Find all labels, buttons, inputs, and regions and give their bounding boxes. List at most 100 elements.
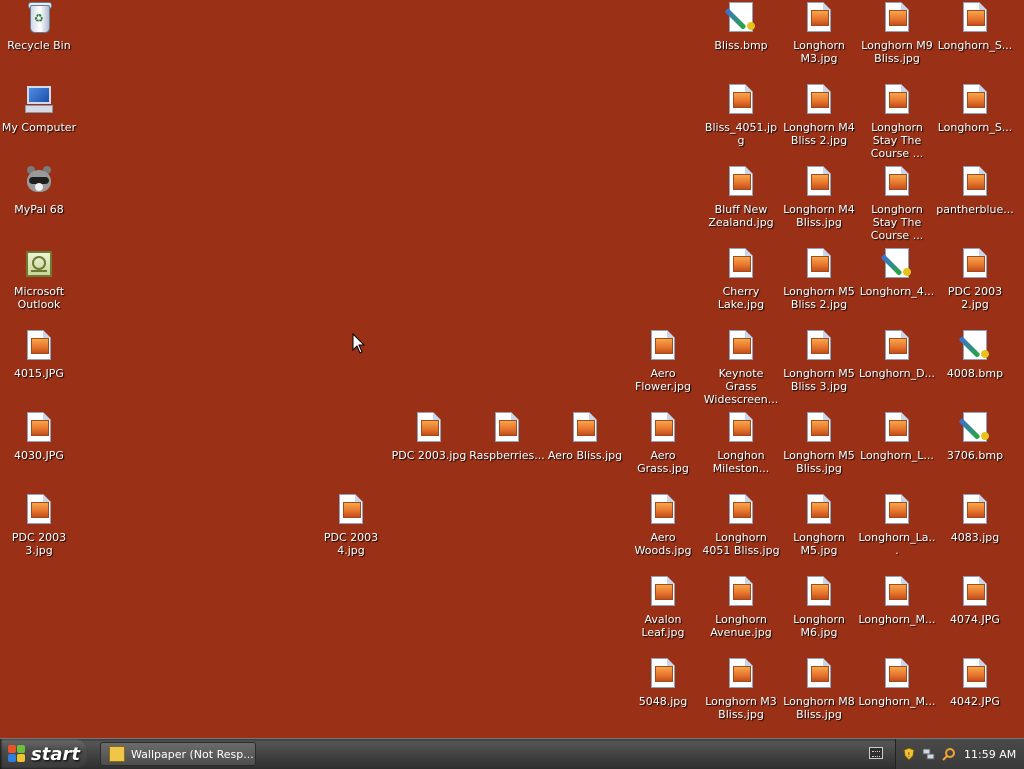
icon-label: Keynote Grass Widescreen... <box>703 367 779 406</box>
mypal-shortcut[interactable]: MyPal 68 <box>0 166 78 216</box>
file-longhorn-m-2[interactable]: Longhorn_M... <box>858 658 936 708</box>
file-aero-bliss[interactable]: Aero Bliss.jpg <box>546 412 624 462</box>
file-4015[interactable]: 4015.JPG <box>0 330 78 380</box>
image-file-icon <box>803 166 835 198</box>
file-longhorn-m9-bliss[interactable]: Longhorn M9 Bliss.jpg <box>858 2 936 65</box>
search-icon[interactable] <box>942 747 956 761</box>
file-longhorn-m5-bliss2[interactable]: Longhorn M5 Bliss 2.jpg <box>780 248 858 311</box>
icon-label: Longhorn_4... <box>859 285 935 298</box>
outlook-icon <box>23 248 55 280</box>
file-pdc2003[interactable]: PDC 2003.jpg <box>390 412 468 462</box>
raccoon-icon <box>23 166 55 198</box>
file-bliss-bmp[interactable]: Bliss.bmp <box>702 2 780 52</box>
icon-label: Recycle Bin <box>7 39 71 52</box>
file-longhorn-milestone[interactable]: Longhon Mileston... <box>702 412 780 475</box>
paint-file-icon <box>880 248 913 280</box>
file-aero-flower[interactable]: Aero Flower.jpg <box>624 330 702 393</box>
file-longhorn-m4-bliss2[interactable]: Longhorn M4 Bliss 2.jpg <box>780 84 858 147</box>
keyboard-icon[interactable] <box>869 747 883 759</box>
image-file-icon <box>647 494 679 526</box>
icon-label: Avalon Leaf.jpg <box>641 613 685 639</box>
file-cherry-lake[interactable]: Cherry Lake.jpg <box>702 248 780 311</box>
image-file-icon <box>881 2 913 34</box>
image-file-icon <box>725 576 757 608</box>
taskbar-button-wallpaper[interactable]: Wallpaper (Not Resp... <box>100 742 256 766</box>
file-longhorn-m5-bliss[interactable]: Longhorn M5 Bliss.jpg <box>780 412 858 475</box>
my-computer-shortcut[interactable]: My Computer <box>0 84 78 134</box>
file-aero-woods[interactable]: Aero Woods.jpg <box>624 494 702 557</box>
file-keynote-grass[interactable]: Keynote Grass Widescreen... <box>702 330 780 406</box>
file-raspberries[interactable]: Raspberries... <box>468 412 546 462</box>
file-longhorn-la[interactable]: Longhorn_La... <box>858 494 936 557</box>
outlook-shortcut[interactable]: Microsoft Outlook <box>0 248 78 311</box>
file-longhorn-m-1[interactable]: Longhorn_M... <box>858 576 936 626</box>
recycle-bin-shortcut[interactable]: ♻ Recycle Bin <box>0 2 78 52</box>
file-longhorn-avenue[interactable]: Longhorn Avenue.jpg <box>702 576 780 639</box>
file-longhorn-m3-bliss[interactable]: Longhorn M3 Bliss.jpg <box>702 658 780 721</box>
file-pdc2003-4[interactable]: PDC 2003 4.jpg <box>312 494 390 557</box>
icon-label: Longhorn M6.jpg <box>793 613 845 639</box>
file-longhorn-m5[interactable]: Longhorn M5.jpg <box>780 494 858 557</box>
icon-label: 4015.JPG <box>14 367 64 380</box>
file-longhorn-m4-bliss[interactable]: Longhorn M4 Bliss.jpg <box>780 166 858 229</box>
image-file-icon <box>881 494 913 526</box>
file-longhorn-m8-bliss[interactable]: Longhorn M8 Bliss.jpg <box>780 658 858 721</box>
icon-label: PDC 2003 3.jpg <box>11 531 67 557</box>
file-3706[interactable]: 3706.bmp <box>936 412 1014 462</box>
image-file-icon <box>959 2 991 34</box>
file-4083[interactable]: 4083.jpg <box>936 494 1014 544</box>
start-button[interactable]: start <box>0 739 88 769</box>
file-longhorn-4[interactable]: Longhorn_4... <box>858 248 936 298</box>
image-file-icon <box>725 658 757 690</box>
icon-label: Longhorn M9 Bliss.jpg <box>861 39 933 65</box>
image-file-icon <box>725 412 757 444</box>
file-longhorn-m5-bliss3[interactable]: Longhorn M5 Bliss 3.jpg <box>780 330 858 393</box>
icon-label: 4083.jpg <box>950 531 1000 544</box>
icon-label: PDC 2003 2.jpg <box>947 285 1003 311</box>
file-4008[interactable]: 4008.bmp <box>936 330 1014 380</box>
paint-file-icon <box>958 330 991 362</box>
icon-label: Aero Woods.jpg <box>634 531 692 557</box>
icon-label: 4042.JPG <box>950 695 1000 708</box>
image-file-icon <box>959 166 991 198</box>
file-4074[interactable]: 4074.JPG <box>936 576 1014 626</box>
file-bluff-nz[interactable]: Bluff New Zealand.jpg <box>702 166 780 229</box>
icon-label: Bluff New Zealand.jpg <box>708 203 774 229</box>
clock[interactable]: 11:59 AM <box>964 748 1016 761</box>
file-longhorn-stay-2[interactable]: Longhorn Stay The Course ... <box>858 166 936 242</box>
icon-label: Longhorn Stay The Course ... <box>870 121 924 160</box>
image-file-icon <box>803 658 835 690</box>
icon-label: Longhorn M5 Bliss 3.jpg <box>783 367 855 393</box>
file-longhorn-m3[interactable]: Longhorn M3.jpg <box>780 2 858 65</box>
file-4030[interactable]: 4030.JPG <box>0 412 78 462</box>
image-file-icon <box>725 494 757 526</box>
file-pantherblue[interactable]: pantherblue... <box>936 166 1014 216</box>
network-icon[interactable] <box>922 747 936 761</box>
image-file-icon <box>23 494 55 526</box>
file-longhorn-s-1[interactable]: Longhorn_S... <box>936 2 1014 52</box>
file-4042[interactable]: 4042.JPG <box>936 658 1014 708</box>
desktop[interactable]: ♻ Recycle Bin My Computer MyPal 68 Micro… <box>0 0 1024 738</box>
file-5048[interactable]: 5048.jpg <box>624 658 702 708</box>
icon-label: 5048.jpg <box>638 695 688 708</box>
icon-label: MyPal 68 <box>14 203 64 216</box>
file-longhorn-l[interactable]: Longhorn_L... <box>858 412 936 462</box>
file-longhorn-m6[interactable]: Longhorn M6.jpg <box>780 576 858 639</box>
file-longhorn-d[interactable]: Longhorn_D... <box>858 330 936 380</box>
image-file-icon <box>803 576 835 608</box>
file-longhorn-stay-1[interactable]: Longhorn Stay The Course ... <box>858 84 936 160</box>
mouse-cursor-icon <box>352 333 366 354</box>
file-pdc2003-2[interactable]: PDC 2003 2.jpg <box>936 248 1014 311</box>
image-file-icon <box>725 248 757 280</box>
file-longhorn-4051-bliss[interactable]: Longhorn 4051 Bliss.jpg <box>702 494 780 557</box>
image-file-icon <box>413 412 445 444</box>
icon-label: PDC 2003 4.jpg <box>323 531 379 557</box>
file-bliss-4051[interactable]: Bliss_4051.jpg <box>702 84 780 147</box>
my-computer-icon <box>23 84 55 116</box>
image-file-icon <box>959 576 991 608</box>
file-pdc2003-3[interactable]: PDC 2003 3.jpg <box>0 494 78 557</box>
file-aero-grass[interactable]: Aero Grass.jpg <box>624 412 702 475</box>
file-avalon-leaf[interactable]: Avalon Leaf.jpg <box>624 576 702 639</box>
security-shield-icon[interactable]: ! <box>902 747 916 761</box>
file-longhorn-s-2[interactable]: Longhorn_S... <box>936 84 1014 134</box>
